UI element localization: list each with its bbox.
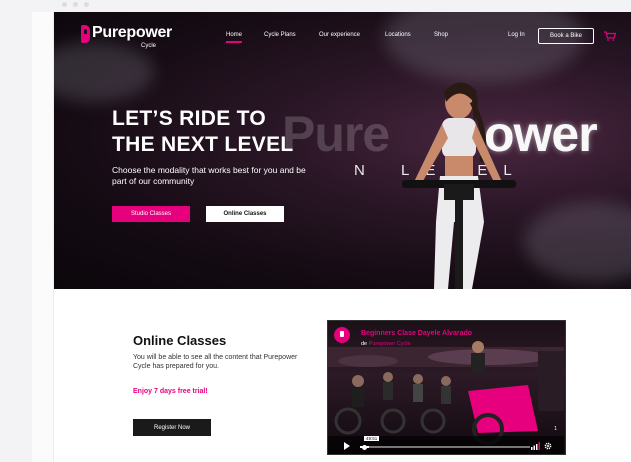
register-now-button[interactable]: Register Now <box>133 419 211 436</box>
video-controls: 49:51 <box>328 436 564 454</box>
video-player[interactable]: Beginners Clase Dayele Alvarado de Purep… <box>327 320 566 455</box>
cart-icon[interactable] <box>604 31 616 41</box>
browser-top-strip <box>0 0 631 12</box>
video-counter: 1 <box>554 426 557 432</box>
logo-text: Purepower <box>92 24 172 41</box>
book-a-bike-button[interactable]: Book a Bike <box>538 28 594 44</box>
video-progress-bar[interactable] <box>360 446 530 448</box>
smoke-effect <box>524 202 631 282</box>
nav-our-experience[interactable]: Our experience <box>319 32 360 38</box>
hero-section: Pure ower N LEVEL Purepower Cycle Home C… <box>54 12 631 289</box>
nav-shop[interactable]: Shop <box>434 32 448 38</box>
logo-subtext: Cycle <box>141 43 157 49</box>
window-dots <box>62 2 89 7</box>
video-channel: de Purepower Cycle <box>361 341 411 347</box>
cyclist-image <box>402 82 516 289</box>
volume-icon[interactable] <box>531 442 540 450</box>
hero-title-line-2: THE NEXT LEVEL <box>112 133 294 156</box>
channel-logo-icon[interactable] <box>334 327 350 343</box>
studio-classes-button[interactable]: Studio Classes <box>112 206 190 222</box>
login-link[interactable]: Log In <box>508 32 525 38</box>
hero-brand-backdrop: Pure <box>282 106 390 162</box>
nav-home[interactable]: Home <box>226 32 243 43</box>
play-icon[interactable] <box>344 442 350 450</box>
online-classes-description: You will be able to see all the content … <box>133 354 298 370</box>
video-scrubber-handle[interactable] <box>362 445 367 450</box>
settings-gear-icon[interactable] <box>544 442 552 450</box>
top-navigation: Purepower Cycle Home Cycle Plans Our exp… <box>54 12 631 62</box>
hero-title: LET’S RIDE TO THE NEXT LEVEL <box>112 106 294 158</box>
video-channel-name[interactable]: Purepower Cycle <box>369 341 411 347</box>
nav-cycle-plans[interactable]: Cycle Plans <box>264 32 296 38</box>
free-trial-text: Enjoy 7 days free trial! <box>133 388 208 395</box>
background-left <box>0 0 32 462</box>
browser-frame-left <box>32 12 54 462</box>
online-classes-title: Online Classes <box>133 333 227 348</box>
video-title[interactable]: Beginners Clase Dayele Alvarado <box>361 330 472 337</box>
hero-title-line-1: LET’S RIDE TO <box>112 107 267 130</box>
web-page: Pure ower N LEVEL Purepower Cycle Home C… <box>54 12 631 462</box>
hero-subtitle: Choose the modality that works best for … <box>112 165 306 186</box>
video-time: 49:51 <box>364 436 380 441</box>
nav-locations[interactable]: Locations <box>385 32 411 38</box>
online-classes-button[interactable]: Online Classes <box>206 206 284 222</box>
video-channel-prefix: de <box>361 341 368 347</box>
logo-p-icon <box>81 25 90 43</box>
